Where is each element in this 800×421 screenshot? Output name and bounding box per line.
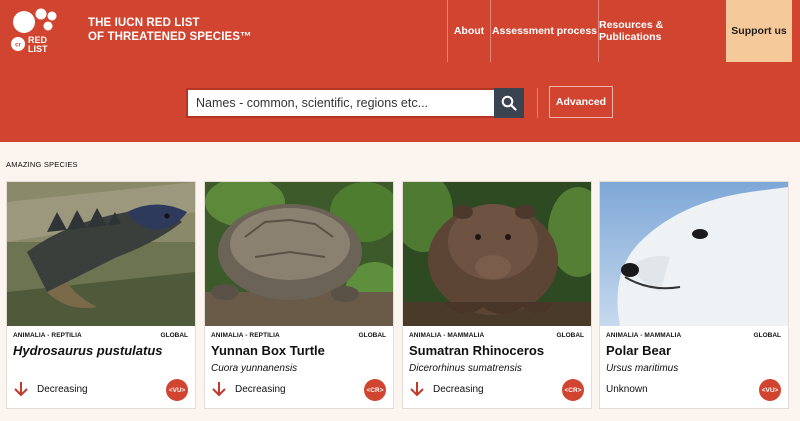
brand-line-1: THE IUCN RED LIST [88,17,200,29]
category-code: VU [172,386,182,394]
scope-label: GLOBAL [753,332,781,339]
scientific-name: Cuora yunnanensis [211,363,298,374]
search-divider [537,88,538,118]
trend-label: Unknown [606,383,648,395]
nav-assessment-process[interactable]: Assessment process [490,0,598,62]
population-trend: Decreasing [409,381,484,397]
species-name[interactable]: Hydrosaurus pustulatus [13,343,163,358]
nav-resources-publications[interactable]: Resources & Publications [598,0,726,62]
species-search-input[interactable] [186,88,496,118]
population-trend: Decreasing [13,381,88,397]
species-photo-box-turtle[interactable] [205,182,393,326]
species-name[interactable]: Yunnan Box Turtle [211,343,325,358]
trend-label: Decreasing [37,383,88,395]
taxonomy-label: ANIMALIA - MAMMALIA [409,332,485,339]
species-photo-sailfin-lizard[interactable] [7,182,195,326]
taxonomy-label: ANIMALIA - REPTILIA [211,332,280,339]
species-card[interactable]: ANIMALIA - MAMMALIA GLOBAL Polar Bear Ur… [599,181,789,409]
decreasing-arrow-icon [410,382,424,397]
site-header: cr RED LIST THE IUCN RED LIST OF THREATE… [0,0,800,62]
population-trend: Unknown [606,381,648,397]
scope-label: GLOBAL [358,332,386,339]
category-badge[interactable]: < CR > [562,379,584,401]
population-trend: Decreasing [211,381,286,397]
category-code: CR [370,386,380,394]
decreasing-arrow-icon [212,382,226,397]
category-code: VU [765,386,775,394]
nav-about[interactable]: About [447,0,490,62]
category-badge[interactable]: < VU > [166,379,188,401]
taxonomy-label: ANIMALIA - REPTILIA [13,332,82,339]
scope-label: GLOBAL [556,332,584,339]
section-title: AMAZING SPECIES [6,160,78,169]
species-photo-rhinoceros[interactable] [403,182,591,326]
category-badge[interactable]: < VU > [759,379,781,401]
nav-support-us[interactable]: Support us [726,0,792,62]
scientific-name: Dicerorhinus sumatrensis [409,363,522,374]
scope-label: GLOBAL [160,332,188,339]
scientific-name: Ursus maritimus [606,363,679,374]
species-card[interactable]: ANIMALIA - MAMMALIA GLOBAL Sumatran Rhin… [402,181,592,409]
species-photo-polar-bear[interactable] [600,182,788,326]
trend-label: Decreasing [433,383,484,395]
search-icon [501,95,517,111]
species-name[interactable]: Sumatran Rhinoceros [409,343,544,358]
brand-line-2: OF THREATENED SPECIES™ [88,31,252,43]
category-badge[interactable]: < CR > [364,379,386,401]
site-brand[interactable]: THE IUCN RED LIST OF THREATENED SPECIES™ [88,16,252,44]
search-button[interactable] [494,88,524,118]
species-name[interactable]: Polar Bear [606,343,671,358]
species-card[interactable]: ANIMALIA - REPTILIA GLOBAL Hydrosaurus p… [6,181,196,409]
category-code: CR [568,386,578,394]
red-list-logo[interactable]: cr RED LIST [6,6,66,56]
advanced-search-button[interactable]: Advanced [549,86,613,118]
taxonomy-label: ANIMALIA - MAMMALIA [606,332,682,339]
svg-text:LIST: LIST [28,44,48,54]
trend-label: Decreasing [235,383,286,395]
svg-text:cr: cr [15,43,21,49]
decreasing-arrow-icon [14,382,28,397]
species-card[interactable]: ANIMALIA - REPTILIA GLOBAL Yunnan Box Tu… [204,181,394,409]
